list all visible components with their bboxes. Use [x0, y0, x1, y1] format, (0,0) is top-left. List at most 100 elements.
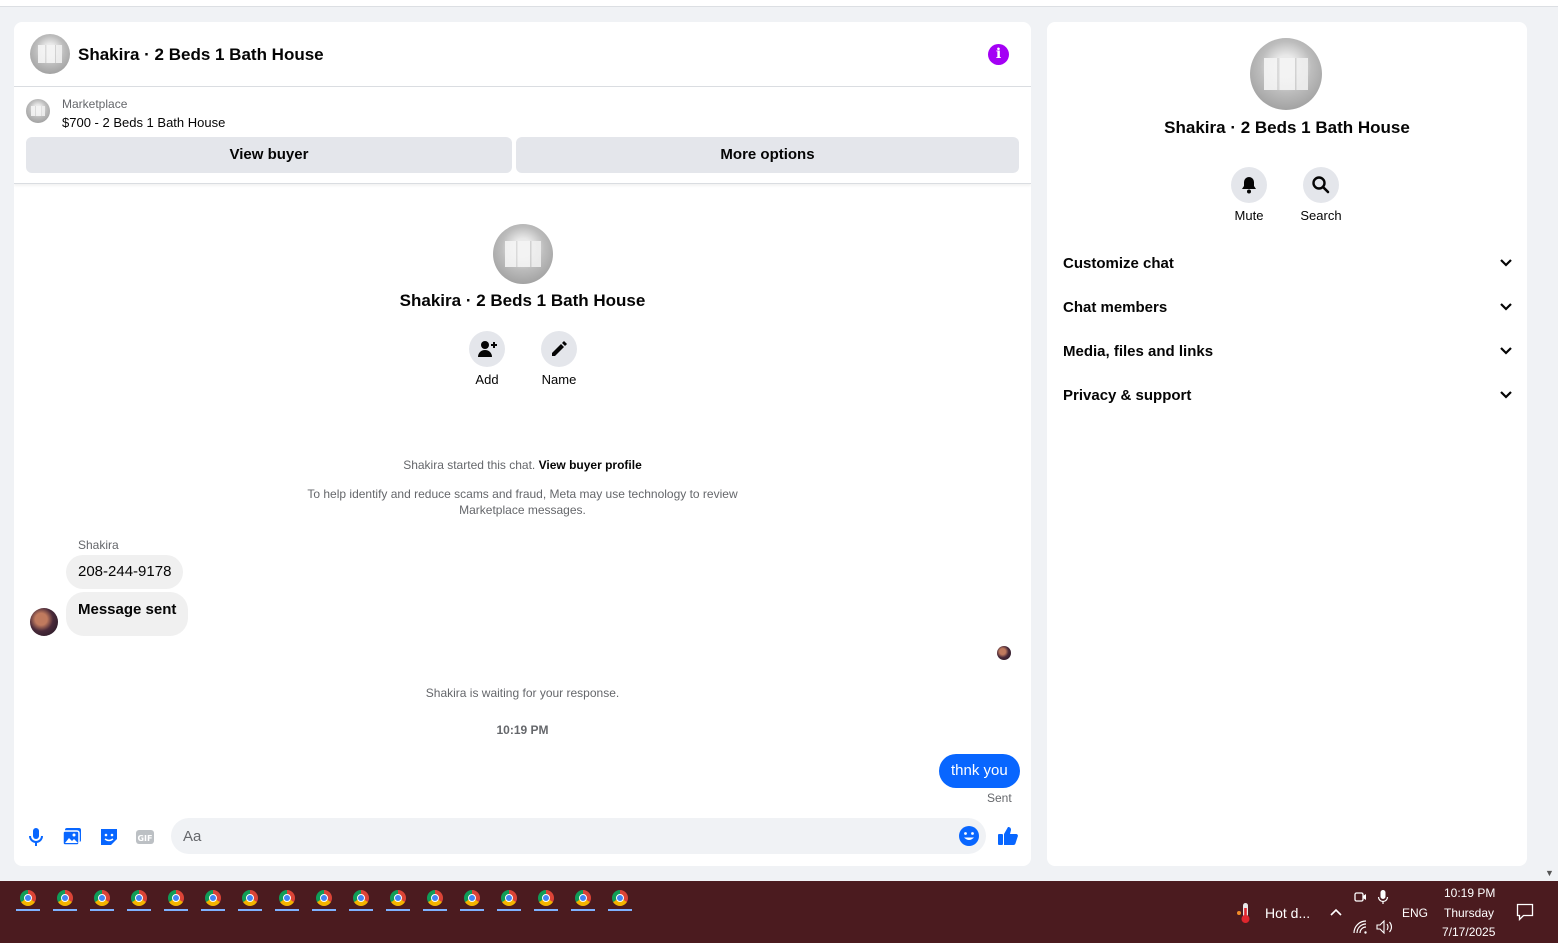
center-title: Shakira · 2 Beds 1 Bath House — [399, 291, 646, 310]
like-icon[interactable] — [997, 825, 1019, 847]
browser-top-strip — [0, 0, 1558, 7]
chrome-taskbar-app[interactable] — [603, 888, 637, 918]
chrome-icon — [94, 890, 110, 906]
chrome-icon — [427, 890, 443, 906]
chevron-down-icon — [1500, 259, 1512, 267]
mute-button[interactable] — [1231, 167, 1267, 203]
privacy-support-section[interactable]: Privacy & support — [1063, 382, 1513, 410]
media-files-links-section[interactable]: Media, files and links — [1063, 338, 1513, 366]
chevron-down-icon — [1500, 347, 1512, 355]
message-input-box[interactable] — [171, 818, 986, 854]
chrome-icon — [501, 890, 517, 906]
microphone-tray-icon[interactable] — [1377, 889, 1389, 905]
clock-day[interactable]: Thursday — [1444, 906, 1494, 920]
outgoing-message[interactable]: thnk you — [939, 754, 1020, 788]
chrome-taskbar-app[interactable] — [48, 888, 82, 918]
chrome-icon — [575, 890, 591, 906]
chrome-taskbar-app[interactable] — [159, 888, 193, 918]
scam-notice-line2: Marketplace messages. — [459, 503, 586, 517]
weather-text[interactable]: Hot d... — [1265, 905, 1310, 921]
message-bubble[interactable]: 208-244-9178 — [66, 555, 184, 589]
bell-icon — [1242, 177, 1256, 194]
microphone-icon[interactable] — [25, 826, 47, 848]
notifications-icon[interactable] — [1516, 903, 1534, 921]
view-buyer-profile-link[interactable]: View buyer profile — [539, 458, 642, 472]
sender-avatar[interactable] — [30, 608, 58, 636]
listing-title[interactable]: $700 - 2 Beds 1 Bath House — [62, 115, 225, 130]
chrome-icon — [168, 890, 184, 906]
add-person-icon — [478, 341, 497, 357]
more-options-button[interactable]: More options — [516, 137, 1019, 173]
chrome-icon — [353, 890, 369, 906]
chrome-taskbar-app[interactable] — [196, 888, 230, 918]
chrome-icon — [464, 890, 480, 906]
taskbar: Hot d... ENG 10:19 PM Thursday 7/17/2025 — [0, 881, 1558, 943]
pencil-icon — [552, 341, 567, 356]
chrome-taskbar-app[interactable] — [418, 888, 452, 918]
chrome-taskbar-app[interactable] — [122, 888, 156, 918]
sent-status: Sent — [987, 791, 1012, 805]
thermometer-icon[interactable] — [1235, 901, 1255, 925]
chrome-taskbar-app[interactable] — [455, 888, 489, 918]
message-input[interactable] — [183, 818, 943, 854]
add-people-button[interactable] — [469, 331, 505, 367]
chrome-icon — [242, 890, 258, 906]
chrome-icon — [538, 890, 554, 906]
chrome-icon — [316, 890, 332, 906]
photo-icon[interactable] — [61, 826, 83, 848]
sender-name: Shakira — [78, 538, 119, 552]
speaker-icon[interactable] — [1376, 920, 1394, 934]
wifi-icon[interactable] — [1353, 920, 1369, 934]
sticker-icon[interactable] — [98, 826, 120, 848]
name-label: Name — [541, 372, 577, 387]
info-avatar — [1250, 38, 1322, 110]
scam-notice-line1: To help identify and reduce scams and fr… — [307, 487, 738, 501]
view-buyer-button[interactable]: View buyer — [26, 137, 512, 173]
started-text: Shakira started this chat. — [403, 458, 536, 472]
chrome-taskbar-app[interactable] — [85, 888, 119, 918]
chrome-taskbar-app[interactable] — [381, 888, 415, 918]
scam-notice: To help identify and reduce scams and fr… — [14, 486, 1031, 518]
center-avatar — [493, 224, 553, 284]
info-title: Shakira · 2 Beds 1 Bath House — [1164, 118, 1410, 137]
gif-icon[interactable]: GIF — [134, 826, 156, 848]
language-indicator[interactable]: ENG — [1402, 906, 1428, 920]
chrome-taskbar-app[interactable] — [11, 888, 45, 918]
chrome-taskbar-app[interactable] — [233, 888, 267, 918]
search-button[interactable] — [1303, 167, 1339, 203]
edit-name-button[interactable] — [541, 331, 577, 367]
chrome-taskbar-app[interactable] — [566, 888, 600, 918]
chat-header: Shakira · 2 Beds 1 Bath House i — [14, 22, 1031, 87]
info-icon[interactable]: i — [988, 44, 1009, 65]
chrome-icon — [20, 890, 36, 906]
listing-thumbnail[interactable] — [30, 34, 70, 74]
marketplace-label: Marketplace — [62, 97, 128, 111]
chevron-down-icon — [1500, 391, 1512, 399]
chrome-icon — [279, 890, 295, 906]
chrome-taskbar-app[interactable] — [270, 888, 304, 918]
message-bubble[interactable]: Message sent — [66, 592, 189, 636]
emoji-icon[interactable] — [958, 825, 980, 847]
chrome-taskbar-app[interactable] — [529, 888, 563, 918]
marketplace-bar: Marketplace $700 - 2 Beds 1 Bath House V… — [14, 88, 1031, 184]
chat-title[interactable]: Shakira · 2 Beds 1 Bath House — [78, 45, 324, 65]
chrome-taskbar-app[interactable] — [344, 888, 378, 918]
section-label: Media, files and links — [1063, 343, 1214, 360]
search-icon — [1312, 176, 1330, 194]
chrome-taskbar-app[interactable] — [307, 888, 341, 918]
add-label: Add — [475, 372, 499, 387]
chevron-up-icon[interactable] — [1329, 907, 1343, 917]
chrome-icon — [57, 890, 73, 906]
chat-members-section[interactable]: Chat members — [1063, 294, 1513, 322]
clock-date[interactable]: 7/17/2025 — [1442, 925, 1495, 939]
camera-usage-icon[interactable] — [1353, 890, 1367, 904]
clock-time[interactable]: 10:19 PM — [1444, 886, 1495, 900]
scroll-down-arrow[interactable]: ▼ — [1545, 868, 1554, 878]
chrome-icon — [131, 890, 147, 906]
chrome-taskbar-app[interactable] — [492, 888, 526, 918]
message-timestamp: 10:19 PM — [496, 723, 549, 737]
customize-chat-section[interactable]: Customize chat — [1063, 250, 1513, 278]
info-panel: Shakira · 2 Beds 1 Bath House Mute Searc… — [1047, 22, 1527, 866]
search-label: Search — [1300, 208, 1342, 223]
section-label: Chat members — [1063, 299, 1168, 316]
